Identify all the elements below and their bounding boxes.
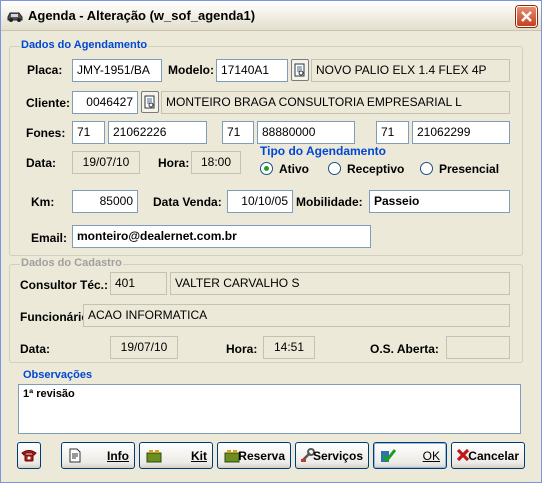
check-icon (381, 449, 396, 463)
fone1-ddd-field[interactable]: 71 (72, 121, 105, 144)
info-button[interactable]: Info (61, 442, 135, 469)
cliente-code-field[interactable]: 0046427 (72, 91, 138, 114)
consultor-label: Consultor Téc.: (20, 278, 109, 292)
os-aberta-field (446, 336, 510, 359)
observacoes-textarea[interactable]: 1ª revisão (18, 384, 521, 434)
cancelar-button[interactable]: Cancelar (451, 442, 525, 469)
cancelar-button-label: Cancelar (468, 449, 519, 463)
modelo-label: Modelo: (168, 63, 214, 77)
tipo-ativo-label: Ativo (279, 162, 309, 176)
fone1-number-field[interactable]: 21062226 (108, 121, 207, 144)
phone-button[interactable] (17, 442, 41, 469)
email-label: Email: (31, 231, 68, 245)
car-icon (6, 9, 24, 23)
tipo-receptivo-label: Receptivo (347, 162, 405, 176)
kit-button[interactable]: Kit (139, 442, 213, 469)
cadastro-hora-field: 14:51 (263, 336, 315, 359)
fone2-ddd-field[interactable]: 71 (222, 121, 254, 144)
cadastro-data-label: Data: (20, 342, 51, 356)
tipo-agendamento-title: Tipo do Agendamento (260, 144, 386, 158)
tipo-presencial-label: Presencial (439, 162, 500, 176)
kit-button-label: Kit (191, 449, 207, 463)
cliente-label: Cliente: (26, 96, 71, 110)
tipo-receptivo-radio[interactable] (328, 162, 341, 175)
hora-field: 18:00 (191, 151, 241, 174)
observacoes-title: Observações (23, 369, 93, 381)
modelo-desc-field: NOVO PALIO ELX 1.4 FLEX 4P (311, 59, 510, 82)
mobilidade-label: Mobilidade: (296, 195, 363, 209)
placa-field[interactable]: JMY-1951/BA (72, 59, 162, 82)
title-bar: Agenda - Alteração (w_sof_agenda1) (1, 1, 541, 31)
hora-label: Hora: (158, 156, 190, 170)
data-venda-field[interactable]: 10/10/05 (227, 190, 293, 213)
agendamento-title: Dados do Agendamento (20, 39, 149, 51)
cliente-lookup-button[interactable] (141, 91, 159, 113)
cliente-name-field: MONTEIRO BRAGA CONSULTORIA EMPRESARIAL L (161, 91, 510, 114)
close-button[interactable] (516, 6, 537, 27)
fones-label: Fones: (26, 126, 66, 140)
ok-button-label: OK (422, 449, 440, 463)
document-icon (69, 448, 81, 463)
reserva-button-label: Reserva (238, 449, 285, 463)
servicos-button-label: Serviços (312, 449, 363, 463)
email-field[interactable]: monteiro@dealernet.com.br (72, 225, 371, 248)
ok-button[interactable]: OK (373, 442, 447, 469)
os-aberta-label: O.S. Aberta: (370, 342, 439, 356)
cadastro-title: Dados do Cadastro (20, 257, 123, 269)
servicos-button[interactable]: Serviços (295, 442, 369, 469)
fone3-ddd-field[interactable]: 71 (376, 121, 409, 144)
consultor-name-field: VALTER CARVALHO S (170, 272, 510, 295)
phone-icon (21, 450, 37, 462)
placa-label: Placa: (27, 63, 63, 77)
dialog-window: Agenda - Alteração (w_sof_agenda1) Dados… (0, 0, 542, 483)
km-field[interactable]: 85000 (72, 190, 138, 213)
document-search-icon (144, 95, 155, 109)
consultor-code-field: 401 (110, 272, 167, 295)
document-search-icon (294, 63, 305, 77)
info-button-label: Info (107, 449, 129, 463)
data-venda-label: Data Venda: (153, 195, 222, 209)
fone2-number-field[interactable]: 88880000 (257, 121, 355, 144)
fone3-number-field[interactable]: 21062299 (412, 121, 510, 144)
close-icon (521, 11, 532, 22)
modelo-lookup-button[interactable] (291, 59, 309, 81)
data-field: 19/07/10 (72, 151, 140, 174)
kit-icon (146, 450, 162, 463)
funcionario-label: Funcionário: (20, 310, 93, 324)
reserva-button[interactable]: Reserva (217, 442, 291, 469)
cadastro-data-field: 19/07/10 (110, 336, 178, 359)
window-title: Agenda - Alteração (w_sof_agenda1) (28, 8, 256, 23)
mobilidade-field[interactable]: Passeio (369, 190, 510, 213)
funcionario-field: ACAO INFORMATICA (83, 304, 510, 327)
km-label: Km: (31, 195, 55, 209)
tipo-presencial-radio[interactable] (420, 162, 433, 175)
modelo-code-field[interactable]: 17140A1 (216, 59, 288, 82)
tipo-ativo-radio[interactable] (260, 162, 273, 175)
cadastro-hora-label: Hora: (226, 342, 258, 356)
data-label: Data: (26, 156, 57, 170)
